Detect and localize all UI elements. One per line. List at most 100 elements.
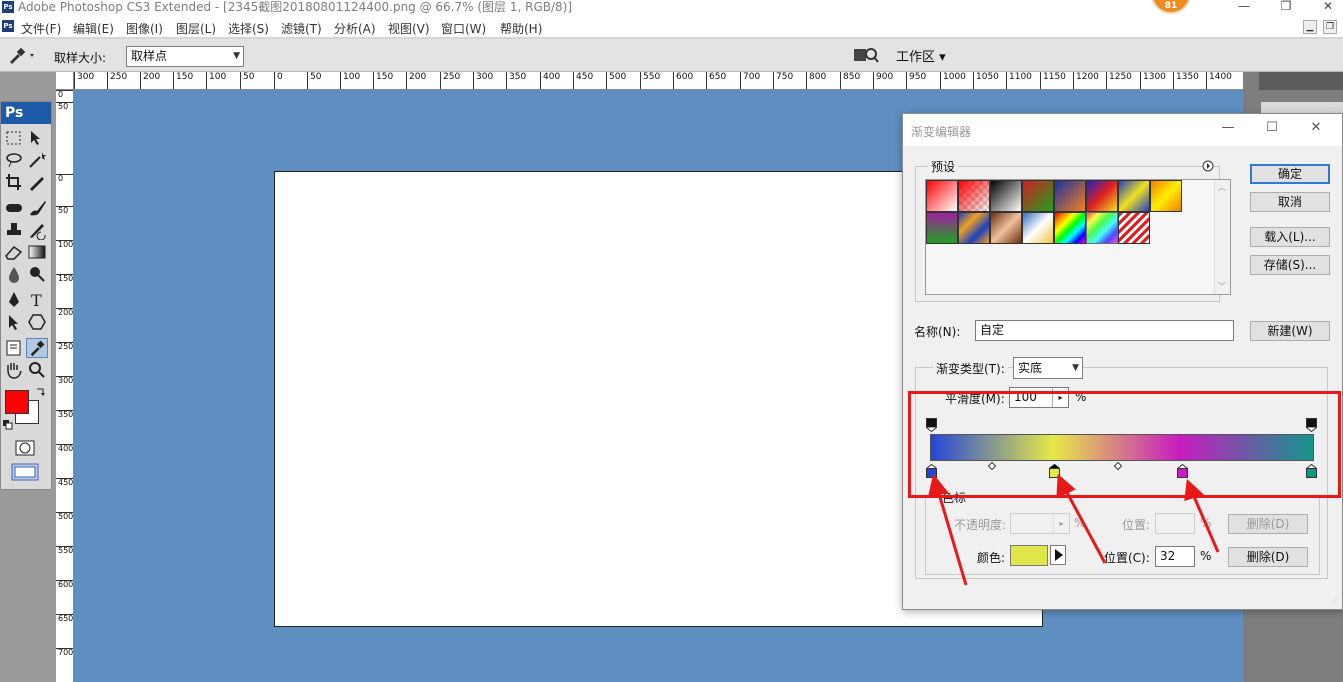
opacity-delete-button: 删除(D) [1228, 514, 1308, 534]
crop-tool-icon[interactable] [3, 172, 25, 192]
menu-layer[interactable]: 图层(L) [176, 20, 216, 37]
swap-colors-icon[interactable] [35, 387, 45, 397]
presets-scrollbar[interactable]: ︿ ﹀ [1214, 180, 1230, 294]
menu-view[interactable]: 视图(V) [388, 20, 430, 37]
color-delete-button[interactable]: 删除(D) [1228, 547, 1308, 567]
preset-swatch[interactable] [990, 212, 1022, 244]
preset-swatch[interactable] [926, 212, 958, 244]
ruler-tick: 950 [906, 72, 926, 89]
cancel-button[interactable]: 取消 [1250, 192, 1330, 212]
ruler-tick: 450 [56, 478, 73, 512]
minimize-icon[interactable]: — [1230, 0, 1258, 14]
panel-dock-header[interactable] [1259, 72, 1343, 90]
close-icon[interactable]: ✕ [1314, 0, 1342, 14]
menu-image[interactable]: 图像(I) [126, 20, 163, 37]
scroll-up-icon[interactable]: ︿ [1215, 182, 1229, 193]
ruler-tick: 50 [56, 102, 73, 136]
healing-brush-icon[interactable] [3, 198, 25, 218]
load-button[interactable]: 载入(L)... [1250, 227, 1330, 247]
menu-edit[interactable]: 编辑(E) [73, 20, 114, 37]
gradient-type-select[interactable]: 实底 ▼ [1013, 357, 1083, 379]
notes-tool-icon[interactable] [3, 338, 25, 358]
dialog-close-icon[interactable]: ✕ [1306, 120, 1326, 140]
ruler-tick: 100 [206, 72, 226, 89]
bridge-search-icon[interactable] [852, 45, 880, 65]
dialog-title-bar[interactable]: 渐变编辑器 — ☐ ✕ [903, 114, 1342, 146]
dialog-maximize-icon[interactable]: ☐ [1262, 120, 1282, 140]
preset-swatch[interactable] [1054, 180, 1086, 212]
preset-swatch[interactable] [958, 180, 990, 212]
menu-analysis[interactable]: 分析(A) [334, 20, 376, 37]
type-tool-icon[interactable]: T [26, 290, 48, 310]
sample-size-select[interactable]: 取样点 ▼ [126, 46, 244, 67]
ruler-tick: 300 [473, 72, 493, 89]
preset-swatch[interactable] [1150, 180, 1182, 212]
ruler-tick: 0 [56, 174, 73, 208]
stop-color-swatch[interactable] [1010, 545, 1048, 566]
menu-help[interactable]: 帮助(H) [500, 20, 542, 37]
path-select-icon[interactable] [3, 312, 25, 332]
doc-restore-icon[interactable]: ❐ [1323, 20, 1337, 34]
preset-swatch[interactable] [1086, 180, 1118, 212]
zoom-tool-icon[interactable] [26, 360, 48, 380]
default-colors-icon[interactable] [3, 420, 13, 430]
preset-swatch[interactable] [1118, 212, 1150, 244]
dodge-tool-icon[interactable] [26, 264, 48, 284]
ruler-tick: 150 [373, 72, 393, 89]
ruler-tick: 700 [740, 72, 760, 89]
preset-swatch[interactable] [958, 212, 990, 244]
screen-mode-icon[interactable] [11, 462, 39, 482]
magic-wand-icon[interactable] [26, 150, 48, 170]
doc-minimize-icon[interactable]: ▁ [1303, 20, 1317, 34]
ok-button[interactable]: 确定 [1250, 164, 1330, 184]
menu-window[interactable]: 窗口(W) [441, 20, 486, 37]
presets-menu-icon[interactable] [1202, 160, 1214, 172]
ruler-tick: 300 [56, 376, 73, 410]
menu-file[interactable]: 文件(F) [21, 20, 61, 37]
menu-select[interactable]: 选择(S) [228, 20, 269, 37]
quick-mask-icon[interactable] [14, 438, 36, 458]
blur-tool-icon[interactable] [3, 264, 25, 284]
notification-badge[interactable]: 81 [1151, 0, 1191, 14]
hand-tool-icon[interactable] [3, 360, 25, 380]
pen-tool-icon[interactable] [3, 290, 25, 310]
color-location-label: 位置(C): [1104, 551, 1150, 565]
preset-swatch[interactable] [1022, 212, 1054, 244]
restore-icon[interactable]: ❐ [1272, 0, 1300, 14]
shape-tool-icon[interactable] [26, 312, 48, 332]
new-button[interactable]: 新建(W) [1250, 321, 1330, 341]
menu-filter[interactable]: 滤镜(T) [281, 20, 322, 37]
chevron-down-icon: ▼ [1072, 363, 1079, 373]
eraser-tool-icon[interactable] [3, 242, 25, 262]
gradient-tool-icon[interactable] [26, 242, 48, 262]
preset-swatch[interactable] [1086, 212, 1118, 244]
preset-swatch[interactable] [1054, 212, 1086, 244]
preset-swatch[interactable] [1022, 180, 1054, 212]
preset-swatch[interactable] [990, 180, 1022, 212]
workspace-menu[interactable]: 工作区 ▾ [896, 46, 946, 65]
opacity-input: ▸ [1010, 513, 1070, 534]
photoshop-logo-icon: Ps [2, 1, 14, 13]
preset-swatch[interactable] [1118, 180, 1150, 212]
ruler-tick: 1250 [1106, 72, 1132, 89]
lasso-tool-icon[interactable] [3, 150, 25, 170]
eyedropper-tool-icon[interactable] [6, 45, 36, 65]
resize-grip-icon[interactable]: ⋰ [1332, 598, 1340, 607]
color-menu-button[interactable] [1050, 545, 1066, 565]
foreground-color-swatch[interactable] [5, 390, 29, 414]
opacity-location-input [1155, 513, 1195, 534]
name-input[interactable]: 自定 [975, 320, 1234, 341]
clone-stamp-icon[interactable] [3, 220, 25, 240]
scroll-down-icon[interactable]: ﹀ [1215, 281, 1229, 292]
dialog-minimize-icon[interactable]: — [1218, 120, 1238, 140]
save-button[interactable]: 存储(S)... [1250, 255, 1330, 275]
color-location-input[interactable]: 32 [1155, 546, 1195, 567]
marquee-tool-icon[interactable] [3, 128, 25, 148]
preset-swatch[interactable] [926, 180, 958, 212]
slice-tool-icon[interactable] [26, 172, 48, 192]
brush-tool-icon[interactable] [26, 198, 48, 218]
move-tool-icon[interactable] [26, 128, 48, 148]
eyedropper-tool-selected-icon[interactable] [26, 338, 48, 358]
history-brush-icon[interactable] [26, 220, 48, 240]
ruler-tick: 0 [274, 72, 283, 89]
